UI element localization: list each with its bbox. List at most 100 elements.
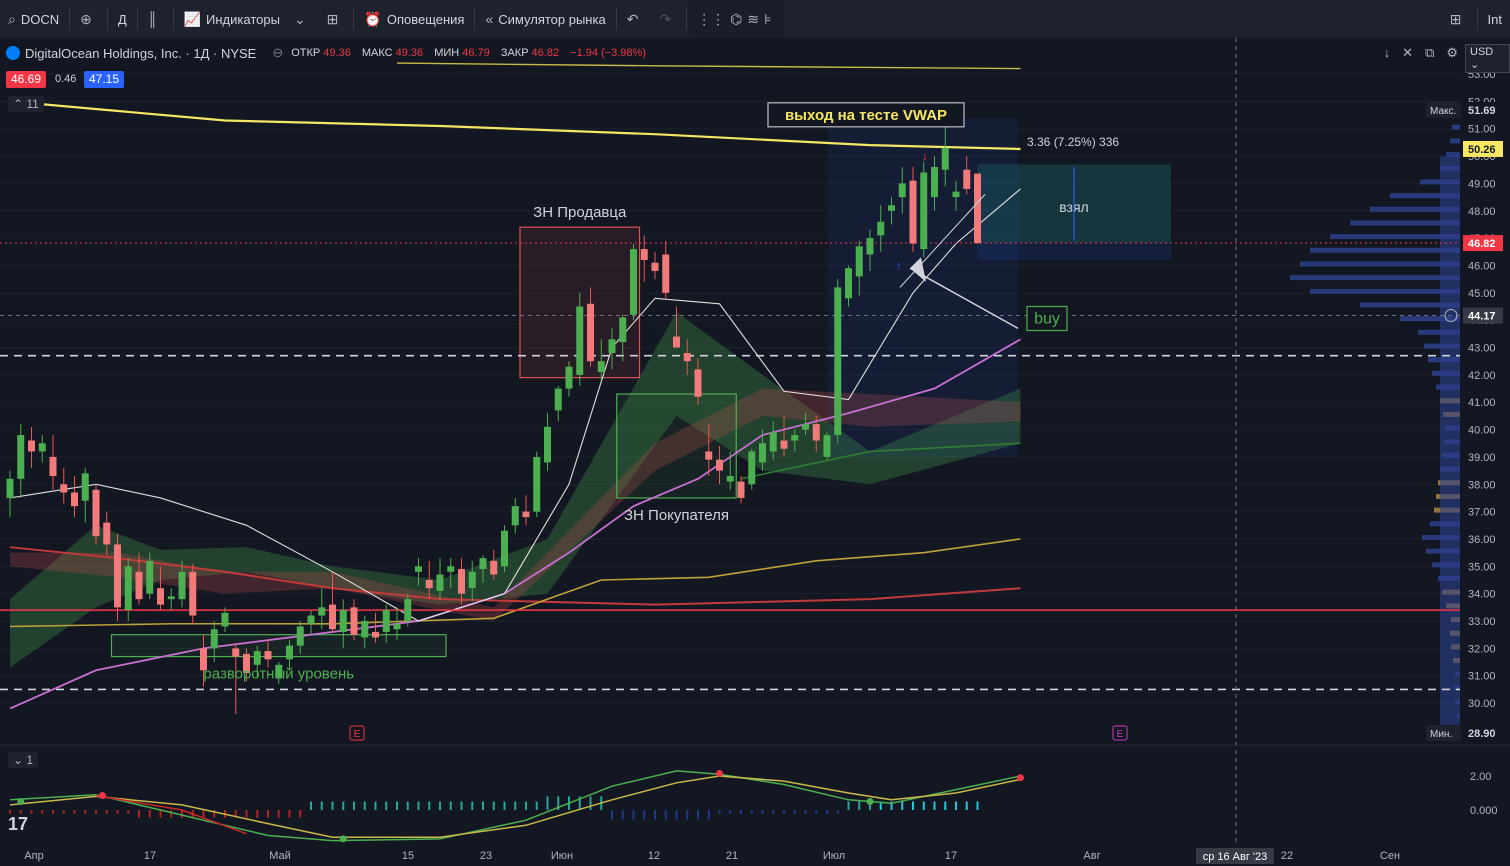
histogram-bar bbox=[353, 801, 355, 810]
replay-label: Симулятор рынка bbox=[498, 11, 606, 27]
toolbar-divider bbox=[136, 8, 138, 30]
histogram-bar bbox=[933, 801, 936, 810]
histogram-bar bbox=[525, 801, 527, 810]
candle-body bbox=[748, 451, 756, 485]
histogram-bar bbox=[245, 810, 248, 818]
volume-profile-value-area bbox=[1440, 156, 1460, 725]
candle-body bbox=[587, 303, 594, 362]
pattern-icon[interactable]: ⌬ bbox=[730, 11, 742, 28]
candle-body bbox=[92, 489, 100, 537]
candle-body bbox=[640, 249, 648, 261]
indicators-label: Индикаторы bbox=[206, 11, 280, 27]
currency-select[interactable]: USD ⌄ bbox=[1465, 44, 1510, 73]
volume-profile-bar bbox=[1452, 124, 1460, 130]
histogram-bar bbox=[449, 801, 452, 810]
histogram-bar bbox=[503, 801, 506, 810]
ask-chip[interactable]: 47.15 bbox=[84, 71, 125, 88]
open-value: 49.36 bbox=[323, 47, 351, 59]
histogram-bar bbox=[460, 801, 463, 810]
candle-body bbox=[716, 459, 723, 471]
chart-type-button[interactable]: ║ bbox=[140, 0, 171, 38]
histogram-bar bbox=[299, 810, 302, 818]
symbol-search[interactable]: ⌕ DOCN bbox=[0, 0, 67, 38]
interval-right-button[interactable]: Int bbox=[1480, 0, 1510, 38]
close-value: 46.82 bbox=[531, 47, 560, 59]
candle-body bbox=[49, 456, 57, 477]
candle-body bbox=[124, 566, 132, 611]
histogram-bar bbox=[385, 801, 388, 810]
maximize-icon[interactable]: ⧉ bbox=[1425, 45, 1434, 61]
candle-body bbox=[210, 629, 218, 649]
price-axis-badge-value: 46.82 bbox=[1468, 238, 1496, 250]
histogram-bar bbox=[976, 801, 979, 810]
visibility-icon[interactable]: ⊖ bbox=[272, 45, 283, 61]
redo-button[interactable]: ↷ bbox=[651, 0, 684, 38]
symbol-title[interactable]: DigitalOcean Holdings, Inc. · 1Д · NYSE bbox=[25, 46, 256, 61]
candle-body bbox=[6, 478, 14, 498]
candle-body bbox=[834, 287, 842, 436]
oscillator-count: 1 bbox=[26, 753, 34, 767]
time-tick-label: 12 bbox=[648, 850, 660, 862]
layouts-button[interactable]: ⊞ bbox=[319, 0, 352, 38]
drag-handle-icon[interactable]: ⋮⋮ bbox=[697, 11, 725, 28]
compare-button[interactable]: ⊕ bbox=[72, 0, 105, 38]
histogram-bar bbox=[944, 801, 947, 810]
interval-button[interactable]: Д bbox=[110, 0, 135, 38]
time-tick-label: 22 bbox=[1281, 850, 1293, 862]
indicators-button[interactable]: 📈 Индикаторы ⌄ bbox=[176, 0, 319, 38]
histogram-bar bbox=[277, 810, 280, 818]
oscillator-collapse-button[interactable]: ⌄ 1 bbox=[8, 752, 39, 768]
histogram-bar bbox=[181, 810, 183, 818]
candle-body bbox=[952, 191, 960, 198]
replay-button[interactable]: « Симулятор рынка bbox=[477, 0, 613, 38]
fib-icon[interactable]: ⊧ bbox=[764, 11, 771, 28]
histogram-bar bbox=[514, 801, 517, 810]
bid-chip[interactable]: 46.69 bbox=[6, 71, 47, 88]
oscillator-tick-label: 0.000 bbox=[1470, 805, 1498, 817]
histogram-bar bbox=[19, 810, 22, 814]
candle-body bbox=[232, 648, 240, 657]
alerts-button[interactable]: ⏰ Оповещения bbox=[356, 0, 472, 38]
cross-signal-dot bbox=[1017, 774, 1024, 782]
layout-grid-button[interactable]: ⊞ bbox=[1442, 0, 1475, 38]
candle-body bbox=[468, 571, 476, 589]
candle-body bbox=[845, 268, 852, 299]
position-stats-label: 3.36 (7.25%) 336 bbox=[1027, 135, 1119, 149]
chart-canvas[interactable]: ЗН Продавца ЗН Покупателя разворотный уров… bbox=[0, 38, 1510, 866]
candle-body bbox=[565, 366, 573, 389]
histogram-bar bbox=[95, 810, 97, 814]
toolbar-divider bbox=[615, 8, 617, 30]
zone-label-demand: ЗН Покупателя bbox=[624, 507, 729, 524]
close-icon[interactable]: ✕ bbox=[1402, 45, 1413, 61]
candle-body bbox=[651, 262, 659, 271]
time-tick-label: 17 bbox=[144, 850, 156, 862]
undo-button[interactable]: ↶ bbox=[619, 0, 652, 38]
alerts-label: Оповещения bbox=[386, 11, 465, 27]
candle-body bbox=[576, 306, 584, 375]
sell-arrow-icon: ↓ bbox=[922, 149, 928, 163]
search-icon: ⌕ bbox=[8, 10, 16, 27]
candle-body bbox=[673, 336, 680, 348]
company-logo bbox=[6, 46, 20, 60]
histogram-bar bbox=[406, 801, 409, 810]
candle-body bbox=[415, 566, 422, 572]
settings-icon[interactable]: ⚙ bbox=[1446, 45, 1458, 61]
candle-body bbox=[683, 352, 691, 362]
price-tick-label: 46.00 bbox=[1468, 260, 1496, 272]
candle-body bbox=[479, 558, 487, 570]
candle-body bbox=[339, 610, 347, 632]
histogram-bar bbox=[148, 810, 151, 818]
histogram-bar bbox=[202, 810, 205, 818]
histogram-bar bbox=[965, 801, 968, 810]
candle-body bbox=[898, 183, 906, 198]
volume-profile-bar bbox=[1290, 275, 1460, 281]
time-axis[interactable]: Апр 17 Май 15 23 Июн 12 21 Июл 17 Авг 22 Сен ср 16 Ав… bbox=[0, 844, 1510, 866]
projection-icon[interactable]: ≋ bbox=[747, 11, 759, 28]
indicators-collapse-button[interactable]: ⌃ 11 bbox=[8, 96, 44, 112]
histogram-bar bbox=[729, 810, 732, 814]
histogram-bar bbox=[331, 801, 334, 810]
arrow-down-icon[interactable]: ↓ bbox=[1384, 45, 1391, 61]
histogram-bar bbox=[675, 810, 678, 820]
histogram-bar bbox=[955, 801, 957, 810]
histogram-bar bbox=[127, 810, 130, 814]
